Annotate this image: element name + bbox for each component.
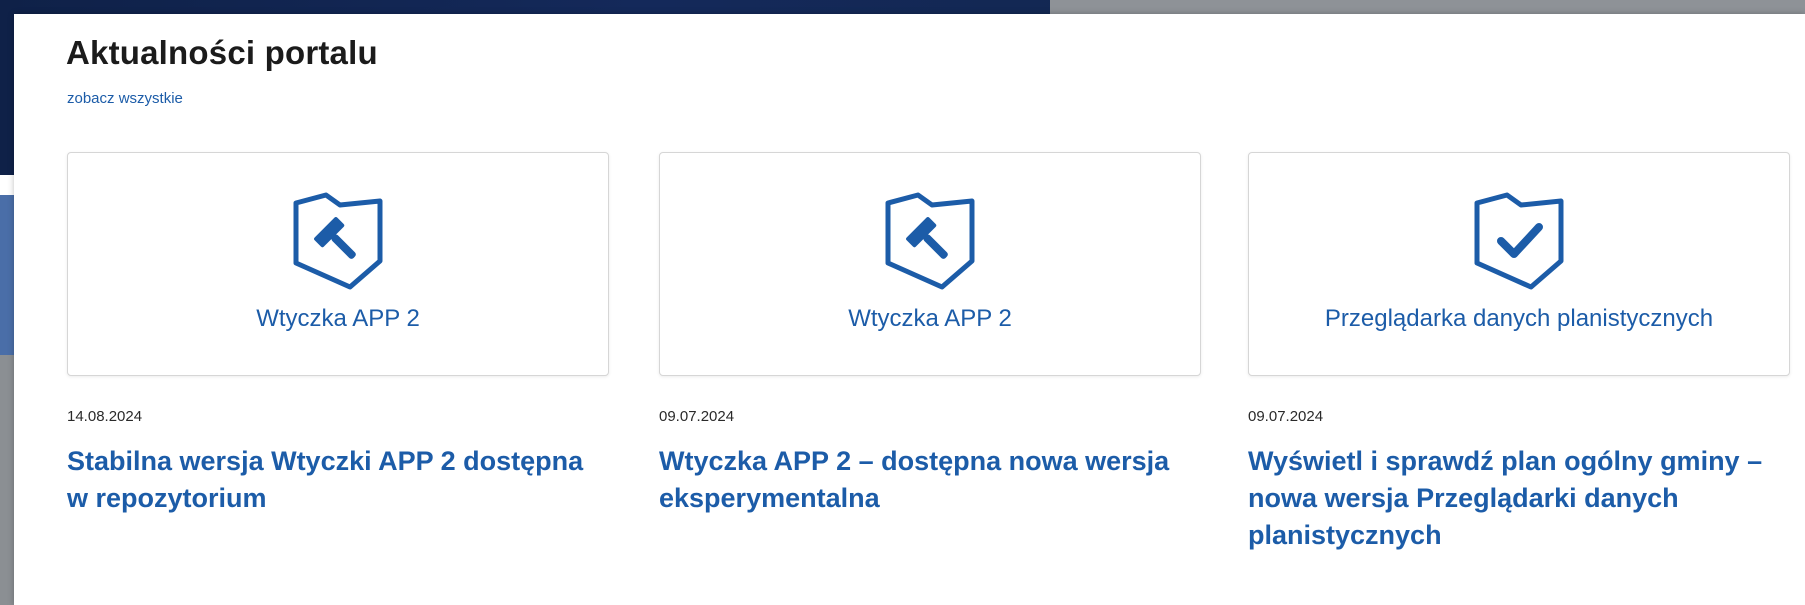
news-card: Przeglądarka danych planistycznych 09.07… — [1248, 152, 1790, 554]
background-left-strip — [0, 195, 14, 355]
tile-label: Wtyczka APP 2 — [848, 305, 1012, 332]
news-tile[interactable]: Wtyczka APP 2 — [67, 152, 609, 376]
news-date: 14.08.2024 — [67, 408, 143, 425]
shield-hammer-icon — [885, 192, 975, 290]
news-tile[interactable]: Przeglądarka danych planistycznych — [1248, 152, 1790, 376]
news-headline-link[interactable]: Wtyczka APP 2 – dostępna nowa wersja eks… — [659, 443, 1199, 517]
news-headline-link[interactable]: Stabilna wersja Wtyczki APP 2 dostępna w… — [67, 443, 607, 517]
news-headline-link[interactable]: Wyświetl i sprawdź plan ogólny gminy – n… — [1248, 443, 1788, 554]
news-date: 09.07.2024 — [1248, 408, 1324, 425]
background-left-lower — [0, 355, 14, 605]
see-all-link[interactable]: zobacz wszystkie — [67, 90, 183, 107]
tile-label: Przeglądarka danych planistycznych — [1324, 305, 1714, 332]
news-date: 09.07.2024 — [659, 408, 735, 425]
tile-label: Wtyczka APP 2 — [256, 305, 420, 332]
shield-hammer-icon — [293, 192, 383, 290]
news-card: Wtyczka APP 2 09.07.2024 Wtyczka APP 2 –… — [659, 152, 1201, 517]
news-panel: Aktualności portalu zobacz wszystkie Wty… — [14, 14, 1805, 605]
background-overlay-right-top — [1050, 0, 1805, 14]
section-title: Aktualności portalu — [66, 34, 378, 71]
news-tile[interactable]: Wtyczka APP 2 — [659, 152, 1201, 376]
news-card: Wtyczka APP 2 14.08.2024 Stabilna wersja… — [67, 152, 609, 517]
shield-check-icon — [1474, 192, 1564, 290]
